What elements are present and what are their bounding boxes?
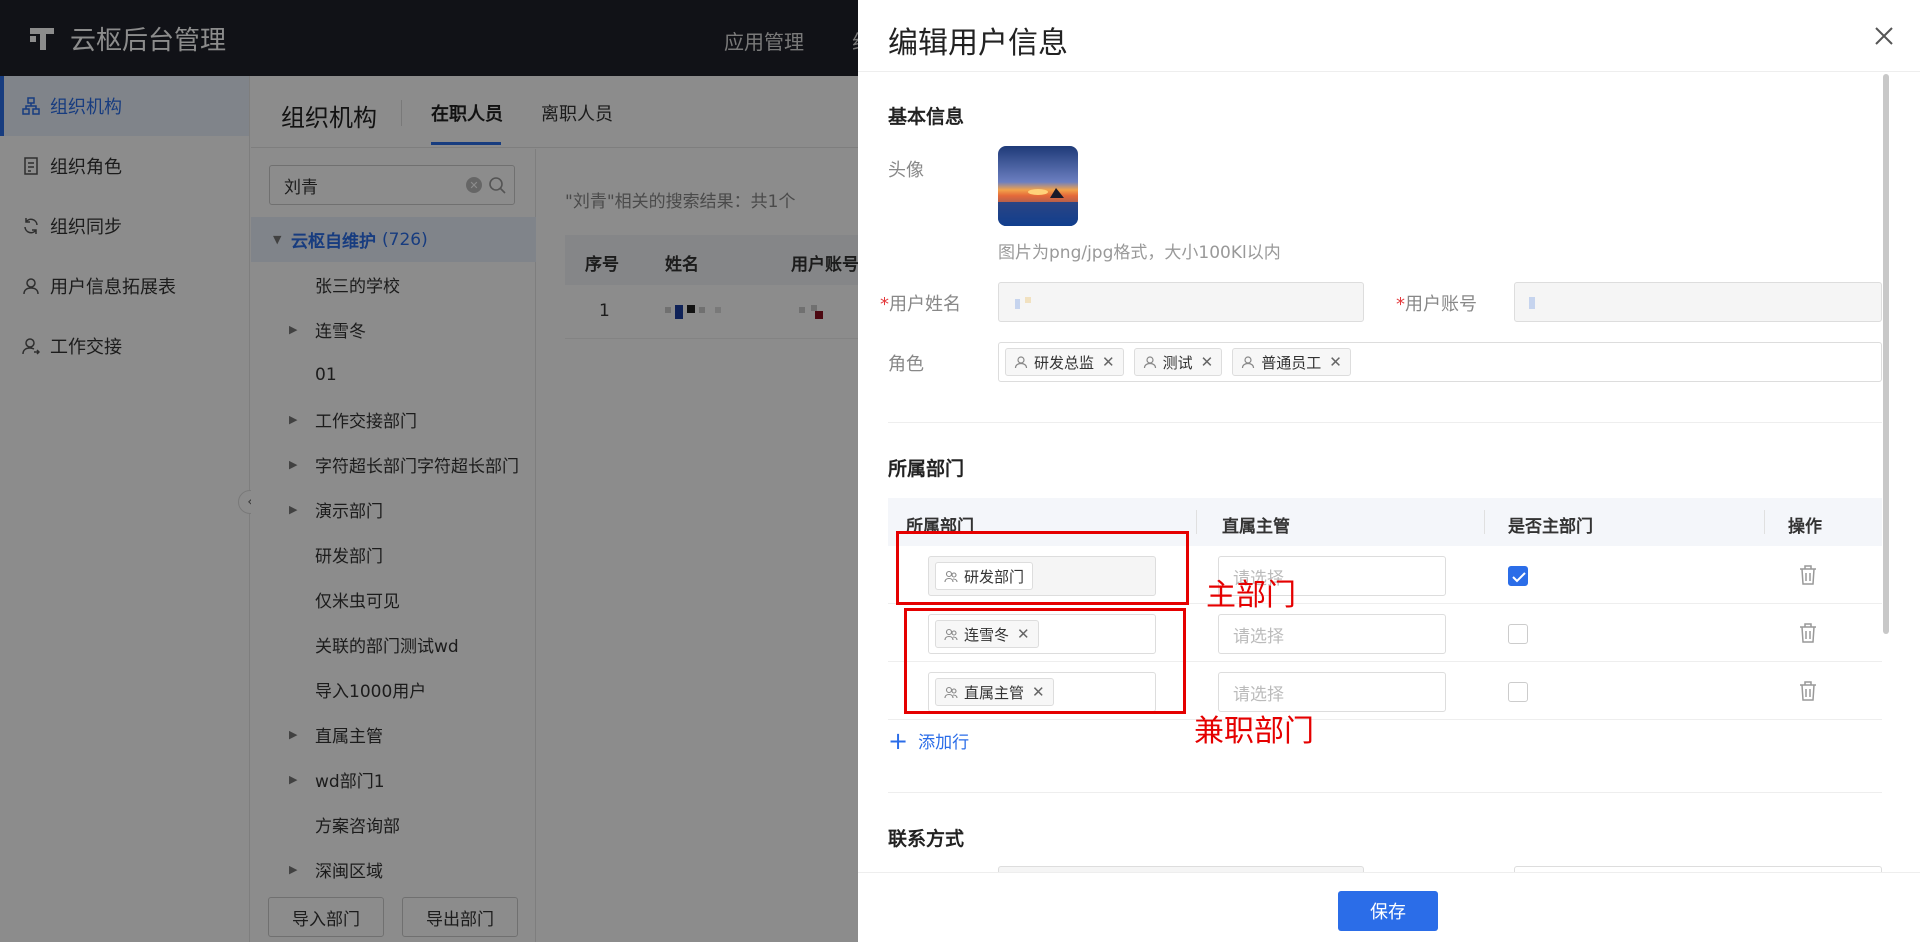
trash-icon[interactable] <box>1798 564 1818 586</box>
main-dept-checkbox[interactable] <box>1508 682 1528 702</box>
section-title-contact: 联系方式 <box>888 828 965 850</box>
role-tag-label: 普通员工 <box>1261 353 1322 372</box>
close-icon[interactable] <box>1870 22 1898 50</box>
section-title-dept: 所属部门 <box>888 458 965 480</box>
column-header: 是否主部门 <box>1508 517 1593 537</box>
blurred-username <box>1015 297 1031 309</box>
avatar-image[interactable] <box>998 146 1078 226</box>
column-header: 操作 <box>1788 517 1822 537</box>
avatar-label: 头像 <box>888 160 924 181</box>
manager-select[interactable]: 请选择 <box>1218 614 1446 654</box>
scrollbar-thumb[interactable] <box>1883 74 1889 634</box>
role-tag: 研发总监 ✕ <box>1005 348 1124 376</box>
annotation-part-time-dept: 兼职部门 <box>1194 714 1314 749</box>
role-tag: 普通员工 ✕ <box>1232 348 1351 376</box>
remove-tag-icon[interactable]: ✕ <box>1201 353 1214 371</box>
section-divider <box>888 792 1882 793</box>
user-icon <box>1014 356 1028 369</box>
main-dept-checkbox[interactable] <box>1508 566 1528 586</box>
trash-icon[interactable] <box>1798 680 1818 702</box>
account-label-text: 用户账号 <box>1405 294 1477 315</box>
account-input[interactable] <box>1514 282 1882 322</box>
edit-user-drawer: 编辑用户信息 基本信息 头像 图片为png/jpg格式，大小100Kl以内 *用… <box>858 0 1920 942</box>
section-divider <box>888 422 1882 423</box>
username-label: *用户姓名 <box>880 294 961 315</box>
remove-tag-icon[interactable]: ✕ <box>1102 353 1115 371</box>
account-label: *用户账号 <box>1396 294 1477 315</box>
drawer-title: 编辑用户信息 <box>888 26 1068 61</box>
role-select[interactable]: 研发总监 ✕ 测试 ✕ 普通员工 ✕ <box>998 342 1882 382</box>
annotation-box-part-time-dept <box>904 608 1186 714</box>
drawer-scrollbar[interactable] <box>1882 72 1890 872</box>
drawer-header: 编辑用户信息 <box>858 0 1920 72</box>
role-tag-label: 测试 <box>1162 353 1193 372</box>
drawer-footer: 保存 <box>858 872 1920 942</box>
blurred-account-value <box>1529 297 1535 309</box>
column-header: 直属主管 <box>1222 517 1290 537</box>
plus-icon: + <box>888 726 909 755</box>
avatar-hint: 图片为png/jpg格式，大小100Kl以内 <box>998 243 1281 263</box>
annotation-box-main-dept <box>896 531 1189 605</box>
role-tag: 测试 ✕ <box>1133 348 1223 376</box>
username-input[interactable] <box>998 282 1364 322</box>
section-title-basic: 基本信息 <box>888 106 965 128</box>
add-row-label: 添加行 <box>918 733 970 753</box>
user-icon <box>1242 356 1255 369</box>
remove-tag-icon[interactable]: ✕ <box>1329 353 1342 371</box>
role-label: 角色 <box>888 354 924 375</box>
add-row-button[interactable]: + 添加行 <box>888 726 970 755</box>
check-icon <box>1512 572 1526 583</box>
save-button[interactable]: 保存 <box>1338 891 1438 931</box>
trash-icon[interactable] <box>1798 622 1818 644</box>
annotation-main-dept: 主部门 <box>1206 578 1296 613</box>
main-dept-checkbox[interactable] <box>1508 624 1528 644</box>
username-label-text: 用户姓名 <box>889 294 961 315</box>
user-icon <box>1143 356 1156 369</box>
role-tag-label: 研发总监 <box>1034 353 1095 372</box>
